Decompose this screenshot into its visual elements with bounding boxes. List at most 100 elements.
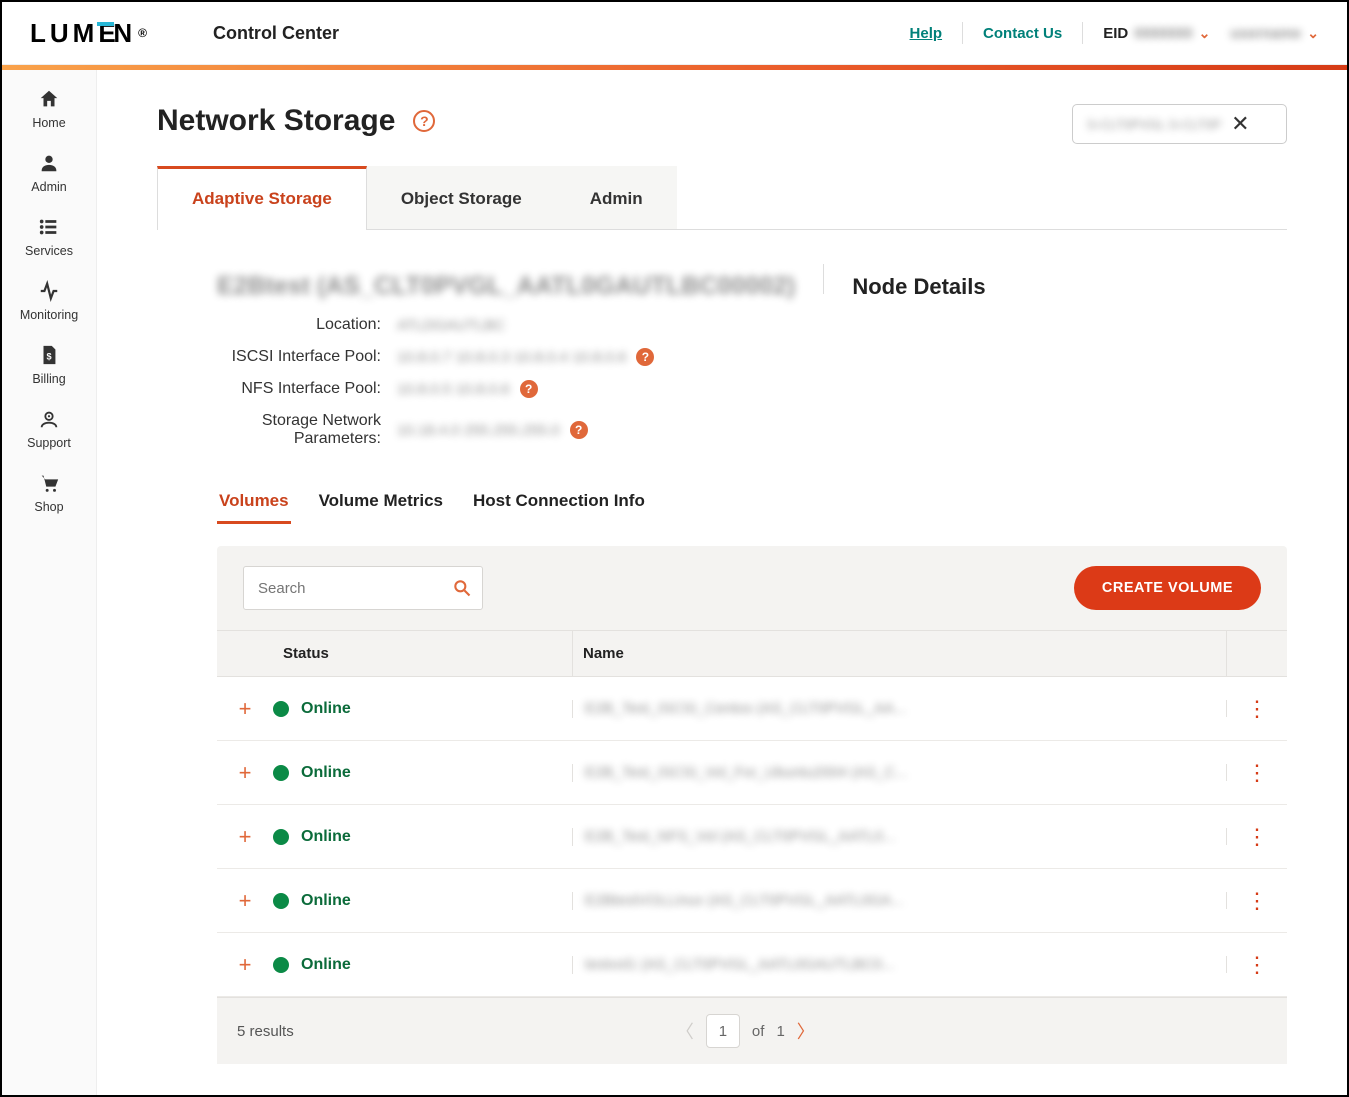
sidebar-item-label: Support — [27, 436, 71, 450]
status-label: Online — [301, 892, 351, 910]
col-expand — [217, 631, 273, 676]
main-tabs: Adaptive Storage Object Storage Admin — [157, 166, 1287, 230]
row-actions-icon[interactable]: ⋮ — [1227, 888, 1287, 914]
name-cell: testvol1 (AS_CLT0PVGL_AATL0GAUTLBC0... — [585, 956, 895, 973]
help-icon[interactable]: ? — [570, 421, 588, 439]
tab-object-storage[interactable]: Object Storage — [367, 166, 556, 229]
row-actions-icon[interactable]: ⋮ — [1227, 952, 1287, 978]
status-dot-icon — [273, 893, 289, 909]
sidebar-item-admin[interactable]: Admin — [31, 152, 66, 194]
page-title-text: Network Storage — [157, 104, 395, 138]
expand-row-icon[interactable]: + — [217, 952, 273, 978]
prev-page-icon[interactable]: 〈 — [676, 1018, 694, 1044]
volumes-card: CREATE VOLUME Status Name + Online E2B_T… — [217, 546, 1287, 1064]
status-cell: Online — [273, 764, 573, 782]
tab-adaptive-storage[interactable]: Adaptive Storage — [157, 166, 367, 230]
divider — [823, 264, 824, 294]
chevron-down-icon: ⌄ — [1307, 25, 1319, 42]
file-dollar-icon: $ — [38, 344, 60, 366]
expand-row-icon[interactable]: + — [217, 888, 273, 914]
list-icon — [38, 216, 60, 238]
gear-users-icon — [38, 408, 60, 430]
status-label: Online — [301, 828, 351, 846]
help-icon[interactable]: ? — [520, 380, 538, 398]
create-volume-button[interactable]: CREATE VOLUME — [1074, 566, 1261, 610]
node-heading: E2Btest (AS_CLT0PVGL_AATL0GAUTLBC00002) — [217, 272, 795, 301]
sidebar-item-home[interactable]: Home — [32, 88, 65, 130]
status-dot-icon — [273, 957, 289, 973]
status-dot-icon — [273, 829, 289, 845]
row-actions-icon[interactable]: ⋮ — [1227, 824, 1287, 850]
detail-value-storage-net: 10.18.4.0 255.255.255.0 — [397, 422, 560, 439]
sidebar-item-shop[interactable]: Shop — [34, 472, 63, 514]
user-icon — [38, 152, 60, 174]
page-total: 1 — [776, 1023, 784, 1040]
search-input[interactable] — [258, 580, 428, 597]
row-actions-icon[interactable]: ⋮ — [1227, 760, 1287, 786]
page-number[interactable]: 1 — [706, 1014, 740, 1048]
scope-value: S-CLT0PVGL S-CLT0P — [1087, 117, 1221, 132]
pager: 〈 1 of 1 〉 — [676, 1014, 815, 1048]
close-icon[interactable]: ✕ — [1231, 113, 1249, 135]
scope-chip[interactable]: S-CLT0PVGL S-CLT0P ✕ — [1072, 104, 1287, 144]
node-details-title: Node Details — [852, 274, 985, 300]
help-icon[interactable]: ? — [413, 110, 435, 132]
brand-logo: LUMN® — [30, 18, 151, 49]
node-details: Location: ATLDGAUTLBC ISCSI Interface Po… — [217, 309, 1287, 455]
subtab-volume-metrics[interactable]: Volume Metrics — [317, 485, 445, 524]
col-status[interactable]: Status — [273, 631, 573, 676]
divider — [962, 22, 963, 44]
subtab-volumes[interactable]: Volumes — [217, 485, 291, 524]
top-right: Help Contact Us EID 0000000 ⌄ username ⌄ — [910, 22, 1319, 44]
detail-value-location: ATLDGAUTLBC — [397, 317, 505, 334]
table-row: + Online E2B_Test_NFS_Vol (AS_CLT0PVGL_A… — [217, 805, 1287, 869]
content-area: Network Storage ? S-CLT0PVGL S-CLT0P ✕ A… — [97, 70, 1347, 1095]
contact-link[interactable]: Contact Us — [983, 25, 1062, 42]
volumes-search[interactable] — [243, 566, 483, 610]
detail-label-iscsi: ISCSI Interface Pool: — [217, 348, 397, 366]
sidebar-item-label: Shop — [34, 500, 63, 514]
table-body: + Online E2B_Test_ISCSI_Centos (AS_CLT0P… — [217, 677, 1287, 997]
sidebar-item-billing[interactable]: $ Billing — [32, 344, 65, 386]
user-selector[interactable]: username ⌄ — [1230, 25, 1319, 42]
tab-admin[interactable]: Admin — [556, 166, 677, 229]
status-label: Online — [301, 956, 351, 974]
detail-value-nfs: 10.8.0.5 10.8.0.6 — [397, 381, 510, 398]
help-icon[interactable]: ? — [636, 348, 654, 366]
user-name: username — [1230, 25, 1301, 42]
col-name[interactable]: Name — [573, 631, 1227, 676]
detail-label-nfs: NFS Interface Pool: — [217, 380, 397, 398]
detail-label-location: Location: — [217, 316, 397, 334]
top-bar: LUMN® Control Center Help Contact Us EID… — [2, 2, 1347, 65]
status-label: Online — [301, 764, 351, 782]
app-title: Control Center — [213, 23, 339, 44]
status-cell: Online — [273, 892, 573, 910]
subtab-host-connection[interactable]: Host Connection Info — [471, 485, 647, 524]
status-label: Online — [301, 700, 351, 718]
svg-text:$: $ — [46, 352, 51, 362]
name-cell: E2B_Test_ISCSI_Vol_For_Ubuntu2004 (AS_C.… — [585, 764, 908, 781]
col-actions — [1227, 631, 1287, 676]
sidebar-item-services[interactable]: Services — [25, 216, 73, 258]
eid-selector[interactable]: EID 0000000 ⌄ — [1103, 25, 1210, 42]
status-dot-icon — [273, 701, 289, 717]
detail-label-storage-net: Storage Network Parameters: — [217, 412, 397, 448]
table-row: + Online E2B_Test_ISCSI_Centos (AS_CLT0P… — [217, 677, 1287, 741]
expand-row-icon[interactable]: + — [217, 696, 273, 722]
sidebar-item-support[interactable]: Support — [27, 408, 71, 450]
table-row: + Online testvol1 (AS_CLT0PVGL_AATL0GAUT… — [217, 933, 1287, 997]
row-actions-icon[interactable]: ⋮ — [1227, 696, 1287, 722]
next-page-icon[interactable]: 〉 — [797, 1018, 815, 1044]
search-icon — [452, 578, 472, 598]
divider — [1082, 22, 1083, 44]
sidebar-item-monitoring[interactable]: Monitoring — [20, 280, 78, 322]
table-row: + Online E2BtestVOLLinux (AS_CLT0PVGL_AA… — [217, 869, 1287, 933]
chevron-down-icon: ⌄ — [1199, 25, 1211, 42]
name-cell: E2B_Test_ISCSI_Centos (AS_CLT0PVGL_AA... — [585, 700, 907, 717]
name-cell: E2BtestVOLLinux (AS_CLT0PVGL_AATL0GA... — [585, 892, 904, 909]
status-cell: Online — [273, 828, 573, 846]
expand-row-icon[interactable]: + — [217, 824, 273, 850]
sidebar-item-label: Admin — [31, 180, 66, 194]
help-link[interactable]: Help — [910, 25, 943, 42]
expand-row-icon[interactable]: + — [217, 760, 273, 786]
